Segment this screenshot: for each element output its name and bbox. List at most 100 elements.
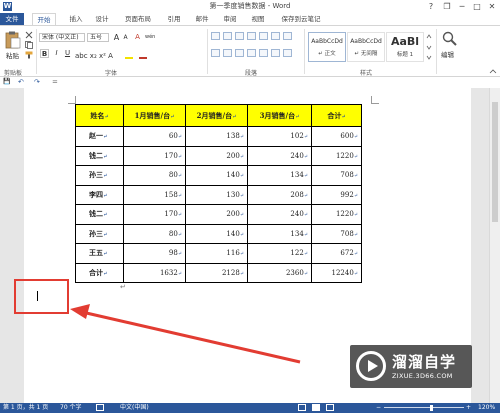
distributed-icon[interactable]: [259, 49, 268, 57]
paste-icon[interactable]: [5, 31, 21, 49]
zoom-slider-thumb[interactable]: [430, 405, 433, 411]
read-mode-icon[interactable]: [298, 404, 306, 411]
header-total[interactable]: 合计↵: [311, 104, 362, 127]
font-size-select[interactable]: 五号: [87, 33, 109, 42]
customize-qat-icon[interactable]: =: [52, 78, 58, 86]
italic-button[interactable]: I: [52, 49, 61, 58]
undo-icon[interactable]: ↶: [18, 78, 24, 86]
value-cell[interactable]: 2128↵: [185, 262, 248, 283]
name-cell[interactable]: 王五↵: [75, 243, 124, 264]
value-cell[interactable]: 208↵: [247, 184, 312, 205]
sort-icon[interactable]: [283, 32, 292, 40]
multilevel-list-icon[interactable]: [235, 32, 244, 40]
value-cell[interactable]: 672↵: [311, 243, 362, 264]
shading-icon[interactable]: [283, 49, 292, 57]
name-cell[interactable]: 钱二↵: [75, 204, 124, 225]
value-cell[interactable]: 708↵: [311, 223, 362, 244]
web-layout-icon[interactable]: [326, 404, 334, 411]
minimize-button[interactable]: ─: [455, 0, 469, 13]
underline-button[interactable]: U: [63, 49, 72, 58]
tab-mailings[interactable]: 邮件: [192, 13, 212, 25]
tab-review[interactable]: 审阅: [220, 13, 240, 25]
style-normal[interactable]: AaBbCcDd ↵ 正文: [308, 32, 346, 62]
value-cell[interactable]: 1220↵: [311, 204, 362, 225]
maximize-button[interactable]: □: [470, 0, 484, 13]
font-effects-icon[interactable]: abc x₂ x² A: [75, 51, 155, 59]
tab-page-layout[interactable]: 页面布局: [120, 13, 156, 25]
zoom-level[interactable]: 120%: [478, 403, 495, 413]
collapse-ribbon-icon[interactable]: [489, 68, 497, 74]
tab-design[interactable]: 设计: [92, 13, 112, 25]
language[interactable]: 中文(中国): [120, 403, 149, 413]
bullets-icon[interactable]: [211, 32, 220, 40]
value-cell[interactable]: 80↵: [123, 165, 186, 186]
tab-file[interactable]: 文件: [0, 13, 24, 25]
zoom-out-button[interactable]: −: [376, 403, 381, 413]
value-cell[interactable]: 122↵: [247, 243, 312, 264]
value-cell[interactable]: 138↵: [185, 126, 248, 147]
value-cell[interactable]: 240↵: [247, 145, 312, 166]
header-mar[interactable]: 3月销售/台↵: [247, 104, 312, 127]
font-name-select[interactable]: 宋体 (中文正): [39, 33, 85, 42]
align-right-icon[interactable]: [235, 49, 244, 57]
sales-table[interactable]: 姓名↵ 1月销售/台↵ 2月销售/台↵ 3月销售/台↵ 合计↵ 赵一↵ 60↵ 13…: [75, 104, 362, 283]
value-cell[interactable]: 708↵: [311, 165, 362, 186]
clear-format-button[interactable]: A: [133, 33, 142, 42]
numbering-icon[interactable]: [223, 32, 232, 40]
close-button[interactable]: ✕: [485, 0, 499, 13]
print-layout-icon[interactable]: [312, 404, 320, 411]
value-cell[interactable]: 600↵: [311, 126, 362, 147]
value-cell[interactable]: 170↵: [123, 145, 186, 166]
value-cell[interactable]: 98↵: [123, 243, 186, 264]
page-count[interactable]: 第 1 页，共 1 页: [3, 403, 48, 413]
styles-scroll-icon[interactable]: [426, 33, 432, 61]
tab-view[interactable]: 视图: [248, 13, 268, 25]
name-cell[interactable]: 孙三↵: [75, 223, 124, 244]
value-cell[interactable]: 80↵: [123, 223, 186, 244]
tab-insert[interactable]: 插入: [66, 13, 86, 25]
align-left-icon[interactable]: [211, 49, 220, 57]
editing-button[interactable]: 编辑: [441, 49, 454, 59]
value-cell[interactable]: 158↵: [123, 184, 186, 205]
line-spacing-icon[interactable]: [271, 49, 280, 57]
name-cell[interactable]: 孙三↵: [75, 165, 124, 186]
vertical-scrollbar[interactable]: [489, 88, 500, 403]
redo-icon[interactable]: ↷: [34, 78, 40, 86]
value-cell[interactable]: 134↵: [247, 165, 312, 186]
name-cell[interactable]: 李四↵: [75, 184, 124, 205]
tab-home[interactable]: 开始: [32, 13, 56, 25]
chinese-layout-icon[interactable]: [271, 32, 280, 40]
zoom-in-button[interactable]: +: [466, 403, 471, 413]
grow-font-button[interactable]: A: [112, 33, 121, 42]
value-cell[interactable]: 140↵: [185, 165, 248, 186]
header-feb[interactable]: 2月销售/台↵: [185, 104, 248, 127]
style-heading-1[interactable]: AaBl 标题 1: [386, 32, 424, 62]
tab-save-to-cloud-notes[interactable]: 保存到云笔记: [276, 13, 326, 25]
value-cell[interactable]: 12240↵: [311, 262, 362, 283]
ribbon-display-button[interactable]: ❐: [440, 0, 454, 13]
scrollbar-thumb[interactable]: [492, 102, 498, 222]
zoom-slider[interactable]: [384, 407, 464, 408]
decrease-indent-icon[interactable]: [247, 32, 256, 40]
value-cell[interactable]: 1632↵: [123, 262, 186, 283]
justify-icon[interactable]: [247, 49, 256, 57]
style-no-spacing[interactable]: AaBbCcDd ↵ 无间隔: [347, 32, 385, 62]
word-count[interactable]: 70 个字: [60, 403, 82, 413]
format-painter-icon[interactable]: [25, 51, 33, 59]
value-cell[interactable]: 200↵: [185, 204, 248, 225]
cut-icon[interactable]: [25, 31, 33, 39]
value-cell[interactable]: 240↵: [247, 204, 312, 225]
value-cell[interactable]: 116↵: [185, 243, 248, 264]
align-center-icon[interactable]: [223, 49, 232, 57]
value-cell[interactable]: 2360↵: [247, 262, 312, 283]
proofing-icon[interactable]: [96, 404, 104, 411]
shrink-font-button[interactable]: A: [121, 33, 130, 42]
header-jan[interactable]: 1月销售/台↵: [123, 104, 186, 127]
value-cell[interactable]: 170↵: [123, 204, 186, 225]
value-cell[interactable]: 200↵: [185, 145, 248, 166]
value-cell[interactable]: 130↵: [185, 184, 248, 205]
name-cell[interactable]: 赵一↵: [75, 126, 124, 147]
help-button[interactable]: ?: [424, 0, 438, 13]
value-cell[interactable]: 1220↵: [311, 145, 362, 166]
value-cell[interactable]: 134↵: [247, 223, 312, 244]
